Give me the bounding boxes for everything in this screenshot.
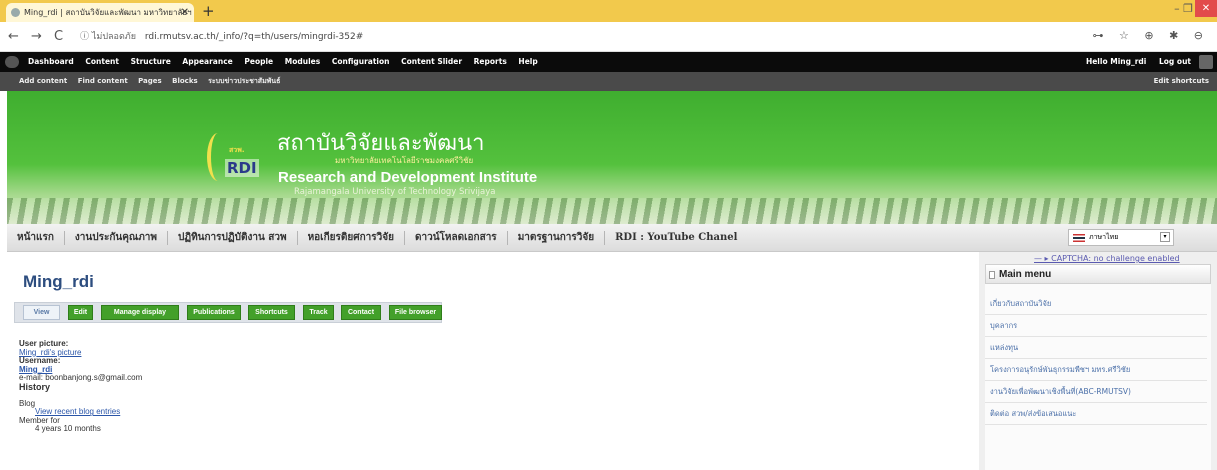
security-indicator[interactable]: ⓘ ไม่ปลอดภัย xyxy=(80,32,136,42)
menu-item-personnel[interactable]: บุคลากร xyxy=(985,315,1207,337)
logo-top-text: สวพ. xyxy=(229,146,245,154)
site-banner: สวพ. RDI สถาบันวิจัยและพัฒนา มหาวิทยาลัย… xyxy=(7,91,1217,224)
admin-menu-reports[interactable]: Reports xyxy=(474,57,507,66)
address-bar: ← → C ⓘ ไม่ปลอดภัย rdi.rmutsv.ac.th/_inf… xyxy=(0,22,1217,52)
admin-menu-content-slider[interactable]: Content Slider xyxy=(401,57,462,66)
chevron-down-icon[interactable]: ▾ xyxy=(1160,232,1170,242)
tab-edit[interactable]: Edit xyxy=(68,305,93,320)
shortcuts-bar: Add content Find content Pages Blocks ระ… xyxy=(0,72,1217,91)
admin-user-area: Hello Ming_rdi Log out xyxy=(1076,52,1191,72)
admin-menu-configuration[interactable]: Configuration xyxy=(332,57,390,66)
hello-label: Hello Ming_rdi xyxy=(1086,57,1146,66)
admin-menu-dashboard[interactable]: Dashboard xyxy=(28,57,74,66)
reload-icon[interactable]: C xyxy=(54,29,63,44)
browser-tab[interactable]: Ming_rdi | สถาบันวิจัยและพัฒนา มหาวิทยาล… xyxy=(6,3,194,22)
admin-menu-content[interactable]: Content xyxy=(85,57,119,66)
home-icon[interactable] xyxy=(5,56,19,68)
captcha-notice[interactable]: — ▸ CAPTCHA: no challenge enabled xyxy=(1034,254,1180,263)
tab-shortcuts[interactable]: Shortcuts xyxy=(248,305,295,320)
admin-menu-structure[interactable]: Structure xyxy=(131,57,171,66)
history-heading: History xyxy=(19,381,51,392)
member-for-value: 4 years 10 months xyxy=(35,424,101,434)
tab-publications[interactable]: Publications xyxy=(187,305,241,320)
favicon-icon xyxy=(11,8,20,17)
shortcut-add-content[interactable]: Add content xyxy=(19,77,67,85)
page-title: Ming_rdi xyxy=(23,272,94,291)
user-profile: User picture: Ming_rdi's picture Usernam… xyxy=(19,339,142,434)
window-controls[interactable]: – ❐ xyxy=(1174,2,1193,15)
main-menu-list: เกี่ยวกับสถาบันวิจัย บุคลากร แหล่งทุน โค… xyxy=(985,293,1207,425)
tab-contact[interactable]: Contact xyxy=(341,305,381,320)
thai-flag-icon xyxy=(1073,234,1085,242)
tab-file-browser[interactable]: File browser xyxy=(389,305,442,320)
banner-title-en: Research and Development Institute xyxy=(278,169,538,186)
username-link[interactable]: Ming_rdi xyxy=(1110,57,1146,66)
new-tab-button[interactable]: + xyxy=(202,2,215,20)
local-tabs: View Edit Manage display Publications Sh… xyxy=(14,302,442,323)
admin-menu-modules[interactable]: Modules xyxy=(285,57,320,66)
menu-block-icon xyxy=(989,271,995,279)
edit-shortcuts-link[interactable]: Edit shortcuts xyxy=(1154,72,1209,91)
main-menu-title: Main menu xyxy=(999,269,1052,280)
menu-item-funding[interactable]: แหล่งทุน xyxy=(985,337,1207,359)
logo-text: RDI xyxy=(225,159,259,177)
nav-home[interactable]: หน้าแรก xyxy=(7,231,65,245)
nav-calendar[interactable]: ปฏิทินการปฏิบัติงาน สวพ xyxy=(168,231,298,245)
menu-item-plant-genetics[interactable]: โครงการอนุรักษ์พันธุกรรมพืชฯ มทร.ศรีวิชั… xyxy=(985,359,1207,381)
menu-item-about[interactable]: เกี่ยวกับสถาบันวิจัย xyxy=(985,293,1207,315)
browser-tab-title: Ming_rdi | สถาบันวิจัยและพัฒนา มหาวิทยาล… xyxy=(24,8,192,17)
language-select[interactable]: ภาษาไทย ▾ xyxy=(1068,229,1174,246)
logout-link[interactable]: Log out xyxy=(1159,57,1191,66)
menu-item-contact[interactable]: ติดต่อ สวพ/ส่งข้อเสนอแนะ xyxy=(985,403,1207,425)
back-icon[interactable]: ← xyxy=(8,29,19,44)
window-close-button[interactable]: ✕ xyxy=(1195,0,1217,17)
menu-item-abc-rmutsv[interactable]: งานวิจัยเพื่อพัฒนาเชิงพื้นที่(ABC-RMUTSV… xyxy=(985,381,1207,403)
shortcut-find-content[interactable]: Find content xyxy=(78,77,128,85)
admin-menu-appearance[interactable]: Appearance xyxy=(182,57,232,66)
banner-grass xyxy=(7,198,1217,224)
shortcut-news[interactable]: ระบบข่าวประชาสัมพันธ์ xyxy=(208,77,280,85)
main-content: Ming_rdi View Edit Manage display Public… xyxy=(7,252,977,470)
tab-manage-display[interactable]: Manage display xyxy=(101,305,179,320)
rdi-logo[interactable]: สวพ. RDI xyxy=(207,133,263,181)
browser-toolbar-icons[interactable]: ⊶ ☆ ⊕ ✱ ⊖ xyxy=(1093,29,1210,42)
nav-standards[interactable]: มาตรฐานการวิจัย xyxy=(508,231,606,245)
close-tab-icon[interactable]: ✕ xyxy=(181,3,189,22)
toolbar-toggle-button[interactable] xyxy=(1199,55,1213,69)
shortcut-pages[interactable]: Pages xyxy=(138,77,162,85)
banner-subtitle-th: มหาวิทยาลัยเทคโนโลยีราชมงคลศรีวิชัย xyxy=(335,156,474,165)
tab-view[interactable]: View xyxy=(23,305,60,320)
url-text: rdi.rmutsv.ac.th/_info/?q=th/users/mingr… xyxy=(144,32,364,42)
admin-toolbar: Dashboard Content Structure Appearance P… xyxy=(0,52,1217,72)
tab-track[interactable]: Track xyxy=(303,305,334,320)
admin-menu-people[interactable]: People xyxy=(244,57,273,66)
main-menu-header: Main menu xyxy=(985,264,1211,284)
nav-youtube[interactable]: RDI : YouTube Chanel xyxy=(605,231,747,245)
nav-hall-of-fame[interactable]: หอเกียรติยศการวิจัย xyxy=(298,231,405,245)
language-value: ภาษาไทย xyxy=(1089,233,1119,241)
nav-downloads[interactable]: ดาวน์โหลดเอกสาร xyxy=(405,231,508,245)
banner-subtitle-en: Rajamangala University of Technology Sri… xyxy=(294,187,496,197)
forward-icon[interactable]: → xyxy=(31,29,42,44)
admin-menu: Dashboard Content Structure Appearance P… xyxy=(28,52,547,72)
nav-quality[interactable]: งานประกันคุณภาพ xyxy=(65,231,169,245)
main-menu-block: Main menu เกี่ยวกับสถาบันวิจัย บุคลากร แ… xyxy=(985,264,1211,470)
shortcut-blocks[interactable]: Blocks xyxy=(172,77,198,85)
admin-menu-help[interactable]: Help xyxy=(518,57,537,66)
url-input[interactable]: ⓘ ไม่ปลอดภัย rdi.rmutsv.ac.th/_info/?q=t… xyxy=(80,27,1000,47)
right-sidebar: — ▸ CAPTCHA: no challenge enabled Main m… xyxy=(979,252,1217,470)
hello-text: Hello xyxy=(1085,57,1108,66)
main-nav: หน้าแรก งานประกันคุณภาพ ปฏิทินการปฏิบัติงา… xyxy=(7,224,1217,252)
browser-tab-strip: Ming_rdi | สถาบันวิจัยและพัฒนา มหาวิทยาล… xyxy=(0,0,1217,22)
